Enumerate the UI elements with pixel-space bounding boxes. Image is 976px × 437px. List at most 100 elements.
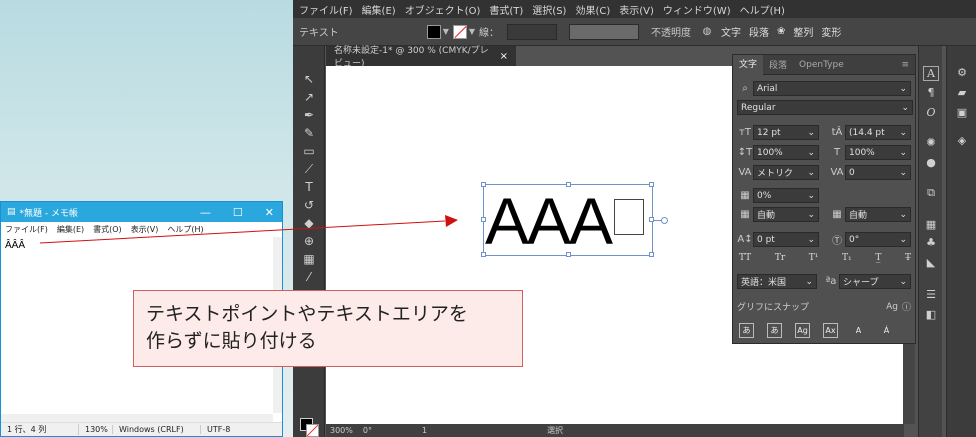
aki-left-field[interactable]: 自動 ⌄ [753,207,819,222]
rotation-value[interactable]: 0° [363,426,372,435]
text-frame[interactable]: AAA [481,182,668,258]
tracking-field[interactable]: 0 ⌄ [845,165,911,180]
baseline-shift-field[interactable]: 0 pt ⌄ [753,232,819,247]
variable-width-field[interactable] [569,23,640,40]
np-menu-help[interactable]: ヘルプ(H) [167,224,203,235]
properties-icon[interactable]: ⚙ [954,66,970,79]
eraser-tool-icon[interactable]: ◆ [302,216,316,230]
font-family-field[interactable]: Arial ⌄ [753,81,911,96]
transform-link[interactable]: 変形 [821,24,841,39]
comment-icon[interactable]: ▰ [954,86,970,99]
tab-opentype[interactable]: OpenType [793,60,850,70]
align-panel-icon[interactable]: ☰ [923,288,939,301]
snap-anchor-icon[interactable]: Á [879,323,894,338]
character-panel-icon[interactable]: A [923,66,939,81]
chevron-down-icon[interactable]: ⌄ [901,103,909,113]
notepad-text[interactable]: ÂÂÂ [5,240,25,251]
language-field[interactable]: 英語：米国 ⌄ [737,274,817,289]
menu-edit[interactable]: 編集(E) [362,2,396,17]
small-caps-icon[interactable]: Tr [775,253,785,263]
vertical-scale-field[interactable]: 100% ⌄ [753,145,819,160]
underline-icon[interactable]: T̲ [875,253,881,263]
stroke-color-box[interactable] [306,424,319,437]
stroke-swatch[interactable] [452,24,467,39]
resize-handle[interactable] [566,252,571,257]
para-link[interactable]: 段落 [749,24,769,39]
char-rotation-field[interactable]: 0° ⌄ [845,232,911,247]
sun-icon[interactable]: ✺ [923,136,939,149]
eyedropper-tool-icon[interactable]: ⁄ [302,270,316,284]
font-style-field[interactable]: Regular ⌄ [737,100,913,115]
antialias-field[interactable]: シャープ ⌄ [839,274,911,289]
swatches-icon[interactable]: ▦ [923,218,939,231]
tab-paragraph[interactable]: 段落 [763,58,793,71]
strikethrough-icon[interactable]: T̶ [905,253,911,263]
chevron-down-icon[interactable]: ▼ [469,27,475,36]
resize-handle[interactable] [481,182,486,187]
aki-right-field[interactable]: 自動 ⌄ [845,207,911,222]
np-menu-format[interactable]: 書式(O) [93,224,122,235]
close-icon[interactable]: ✕ [265,206,274,219]
appearance-icon[interactable]: ● [923,156,939,169]
rotate-tool-icon[interactable]: ↺ [302,198,316,212]
minimize-icon[interactable]: — [200,206,211,219]
all-caps-icon[interactable]: TT [739,253,751,263]
np-menu-file[interactable]: ファイル(F) [5,224,48,235]
maximize-icon[interactable]: ☐ [233,206,243,219]
pen-tool-icon[interactable]: ✒ [302,108,316,122]
opentype-panel-icon[interactable]: O [923,106,939,119]
type-tool-icon[interactable]: T [302,180,316,194]
zoom-level[interactable]: 300% [330,426,353,435]
snap-angular-icon[interactable]: A [851,323,866,338]
kerning-field[interactable]: メトリク ⌄ [753,165,819,180]
horizontal-scale-field[interactable]: 100% ⌄ [845,145,911,160]
leading-field[interactable]: (14.4 pt ⌄ [845,125,911,140]
menu-view[interactable]: 表示(V) [619,2,654,17]
menu-file[interactable]: ファイル(F) [299,2,353,17]
align-link[interactable]: 整列 [793,24,813,39]
flower-icon[interactable]: ❀ [777,26,785,37]
notepad-titlebar[interactable]: ▤ *無題 - メモ帳 — ☐ ✕ [1,202,282,222]
gradient-tool-icon[interactable]: ▦ [302,252,316,266]
resize-handle[interactable] [481,217,486,222]
layers-icon[interactable]: ◈ [954,134,970,147]
opacity-label[interactable]: 不透明度 [651,24,691,39]
panel-menu-icon[interactable]: ≡ [895,60,915,70]
subscript-icon[interactable]: T₁ [842,253,852,263]
np-menu-edit[interactable]: 編集(E) [57,224,84,235]
pathfinder-icon[interactable]: ⧉ [923,186,939,200]
out-port-handle[interactable] [661,217,668,224]
snap-xheight-icon[interactable]: あ [767,323,782,338]
tsume-field[interactable]: 0% ⌄ [753,188,819,203]
char-link[interactable]: 文字 [721,24,741,39]
menu-select[interactable]: 選択(S) [532,2,566,17]
chevron-down-icon[interactable]: ▼ [443,27,449,36]
resize-handle[interactable] [649,182,654,187]
brush-tool-icon[interactable]: ⟋ [302,162,316,176]
superscript-icon[interactable]: T¹ [809,253,819,263]
globe-icon[interactable]: ◍ [699,26,715,37]
glyph-snap-icon[interactable]: Ag [886,302,898,312]
transparency-icon[interactable]: ◧ [923,308,939,321]
libraries-icon[interactable]: ▣ [954,106,970,119]
np-menu-view[interactable]: 表示(V) [131,224,159,235]
rectangle-tool-icon[interactable]: ▭ [302,144,316,158]
curvature-tool-icon[interactable]: ✎ [302,126,316,140]
gradient-panel-icon[interactable]: ◣ [923,256,939,269]
font-size-field[interactable]: 12 pt ⌄ [753,125,819,140]
notepad-horizontal-scrollbar[interactable] [1,414,273,422]
menu-object[interactable]: オブジェクト(O) [405,2,481,17]
document-tab[interactable]: 名称未設定-1* @ 300 % (CMYK/プレビュー) × [326,46,516,69]
artboard-number[interactable]: 1 [422,426,427,435]
chevron-down-icon[interactable]: ⌄ [899,84,907,94]
menu-effect[interactable]: 効果(C) [575,2,610,17]
resize-handle[interactable] [566,182,571,187]
symbols-icon[interactable]: ♣ [923,236,939,249]
snap-glyph-bounds-icon[interactable]: Ag [795,323,810,338]
info-icon[interactable]: ⓘ [902,300,911,313]
paragraph-panel-icon[interactable]: ¶ [923,86,939,99]
menu-window[interactable]: ウィンドウ(W) [663,2,731,17]
menu-type[interactable]: 書式(T) [489,2,523,17]
menu-help[interactable]: ヘルプ(H) [740,2,785,17]
tab-character[interactable]: 文字 [733,54,764,75]
